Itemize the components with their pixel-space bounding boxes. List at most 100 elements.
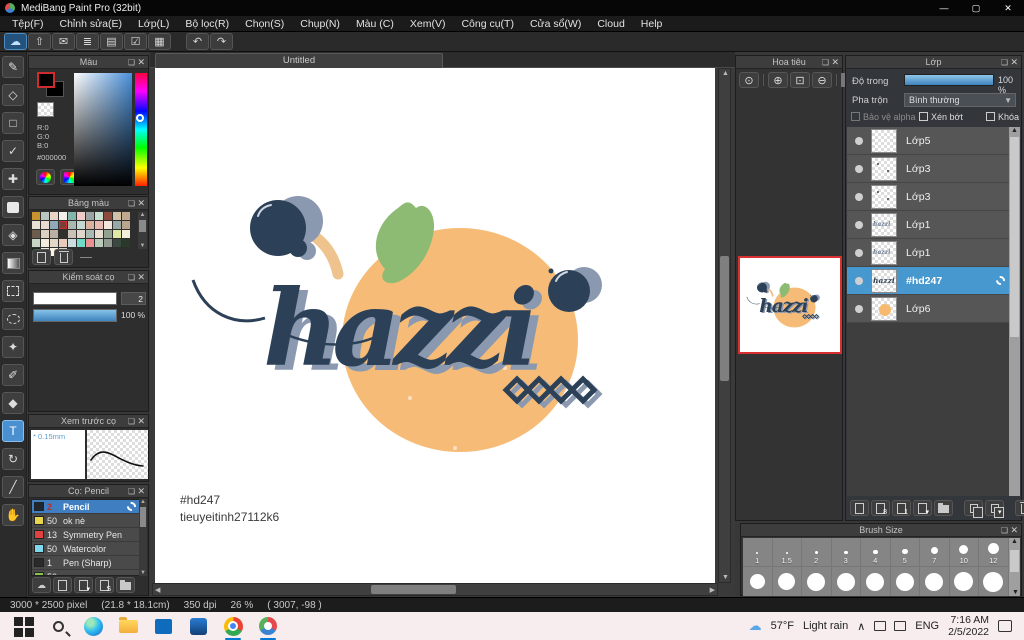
transparent-color-swatch[interactable]: [37, 102, 54, 117]
scroll-down-icon[interactable]: ▼: [1012, 589, 1019, 596]
zoom-out-button[interactable]: ⊖: [812, 72, 832, 88]
brush-folder-button[interactable]: [116, 577, 135, 593]
popout-icon[interactable]: ❏: [822, 56, 829, 69]
brush-row[interactable]: 1 Pen (Sharp): [32, 556, 139, 570]
add-color-button[interactable]: [32, 249, 51, 265]
brush-size-cell[interactable]: [743, 567, 773, 596]
canvas[interactable]: hazzi hazzi: [155, 68, 715, 584]
palette-swatch[interactable]: [86, 239, 94, 247]
add-layer-button[interactable]: [850, 500, 869, 516]
palette-swatch[interactable]: [77, 230, 85, 238]
scroll-up-icon[interactable]: ▲: [140, 212, 146, 218]
weather-desc[interactable]: Light rain: [803, 620, 848, 632]
palette-swatch[interactable]: [32, 230, 40, 238]
add-brush-button[interactable]: [53, 577, 72, 593]
document-tab[interactable]: Untitled: [155, 53, 443, 68]
palette-swatch[interactable]: [113, 239, 121, 247]
eyedropper-tool[interactable]: ╱: [2, 476, 24, 498]
layer-visibility-icon[interactable]: [855, 136, 863, 145]
palette-swatch[interactable]: [32, 239, 40, 247]
popout-icon[interactable]: ❏: [1001, 524, 1008, 537]
bucket-tool[interactable]: ◈: [2, 224, 24, 246]
brush-size-cell[interactable]: [832, 567, 861, 596]
zoom-fit-button[interactable]: ⊡: [790, 72, 810, 88]
brush-size-cell[interactable]: [802, 567, 832, 596]
brush-size-slider[interactable]: [33, 292, 117, 305]
search-icon[interactable]: [46, 614, 70, 638]
document-icon[interactable]: ▤: [100, 33, 123, 50]
clock[interactable]: 7:16 AM 2/5/2022: [948, 614, 989, 638]
palette-swatch[interactable]: [77, 212, 85, 220]
brush-tool[interactable]: ✎: [2, 56, 24, 78]
popout-icon[interactable]: ❏: [128, 271, 135, 284]
minimize-button[interactable]: —: [928, 0, 960, 16]
palette-swatch[interactable]: [122, 221, 130, 229]
eraser-tool[interactable]: ◇: [2, 84, 24, 106]
new-folder-button[interactable]: [934, 500, 953, 516]
hand-tool[interactable]: ✋: [2, 504, 24, 526]
tray-chevron-icon[interactable]: ∧: [857, 620, 865, 633]
palette-swatch[interactable]: [104, 239, 112, 247]
shape-brush-tool[interactable]: □: [2, 112, 24, 134]
delete-color-button[interactable]: [54, 249, 73, 265]
medibang-icon[interactable]: [256, 614, 280, 640]
brush-size-cell[interactable]: [920, 567, 950, 596]
brush-row[interactable]: 50 Watercolor: [32, 542, 139, 556]
brush-row[interactable]: 13 Symmetry Pen: [32, 528, 139, 542]
palette-swatch[interactable]: [68, 239, 76, 247]
canvas-settings-icon[interactable]: ▦: [148, 33, 171, 50]
palette-swatch[interactable]: [77, 239, 85, 247]
popout-icon[interactable]: ❏: [128, 485, 135, 498]
scroll-up-icon[interactable]: ▲: [1011, 538, 1018, 545]
duplicate-layer-button[interactable]: [964, 500, 983, 518]
upload-icon[interactable]: ⇧: [28, 33, 51, 50]
palette-swatch[interactable]: [59, 212, 67, 220]
brush-size-cell[interactable]: [773, 567, 802, 596]
menu-item-6[interactable]: Chụp(N): [292, 16, 348, 32]
palette-swatch[interactable]: [113, 230, 121, 238]
palette-swatch[interactable]: [41, 230, 49, 238]
palette-swatch[interactable]: [50, 212, 58, 220]
palette-swatch[interactable]: [86, 212, 94, 220]
palette-swatch[interactable]: [122, 239, 130, 247]
close-icon[interactable]: ✕: [137, 415, 145, 428]
cloud-brush-button[interactable]: ☁: [32, 577, 51, 593]
brush-size-value[interactable]: 2: [121, 292, 146, 305]
layer-visibility-icon[interactable]: [855, 220, 863, 229]
explorer-icon[interactable]: [116, 614, 140, 638]
palette-swatch[interactable]: [32, 212, 40, 220]
gradient-tool[interactable]: [2, 252, 24, 274]
saturation-value-picker[interactable]: [74, 73, 132, 186]
palette-swatch[interactable]: [95, 239, 103, 247]
scroll-down-icon[interactable]: ▼: [722, 574, 729, 581]
select-pen-tool[interactable]: ✐: [2, 364, 24, 386]
palette-swatch[interactable]: [68, 221, 76, 229]
scroll-thumb[interactable]: [720, 256, 729, 381]
brush-size-cell[interactable]: [979, 567, 1009, 596]
scroll-right-icon[interactable]: ▶: [710, 586, 715, 594]
palette-swatch[interactable]: [122, 230, 130, 238]
palette-swatch[interactable]: [104, 230, 112, 238]
palette-swatch[interactable]: [32, 221, 40, 229]
menu-item-5[interactable]: Chọn(S): [237, 16, 292, 32]
select-rect-tool[interactable]: [2, 280, 24, 302]
zoom-in-button[interactable]: ⊕: [768, 72, 788, 88]
palette-swatch[interactable]: [50, 221, 58, 229]
palette-swatch[interactable]: [41, 239, 49, 247]
language-indicator[interactable]: ENG: [915, 620, 939, 632]
palette-swatch[interactable]: [77, 221, 85, 229]
scroll-up-icon[interactable]: ▲: [722, 70, 729, 77]
scroll-thumb[interactable]: [140, 507, 146, 527]
brush-size-cell[interactable]: 10: [949, 538, 979, 567]
scroll-up-icon[interactable]: ▲: [140, 499, 146, 505]
scroll-thumb[interactable]: [371, 585, 456, 594]
layer-row[interactable]: Lớp6: [847, 295, 1011, 323]
operation-tool[interactable]: ✓: [2, 140, 24, 162]
add-layer-menu-button[interactable]: [913, 500, 932, 516]
script-brush-button[interactable]: [95, 577, 114, 593]
close-icon[interactable]: ✕: [1010, 56, 1018, 69]
palette-swatch[interactable]: [86, 230, 94, 238]
brush-size-cell[interactable]: [950, 567, 979, 596]
comment-icon[interactable]: ✉: [52, 33, 75, 50]
layer-scrollbar[interactable]: ▲: [1009, 127, 1020, 496]
